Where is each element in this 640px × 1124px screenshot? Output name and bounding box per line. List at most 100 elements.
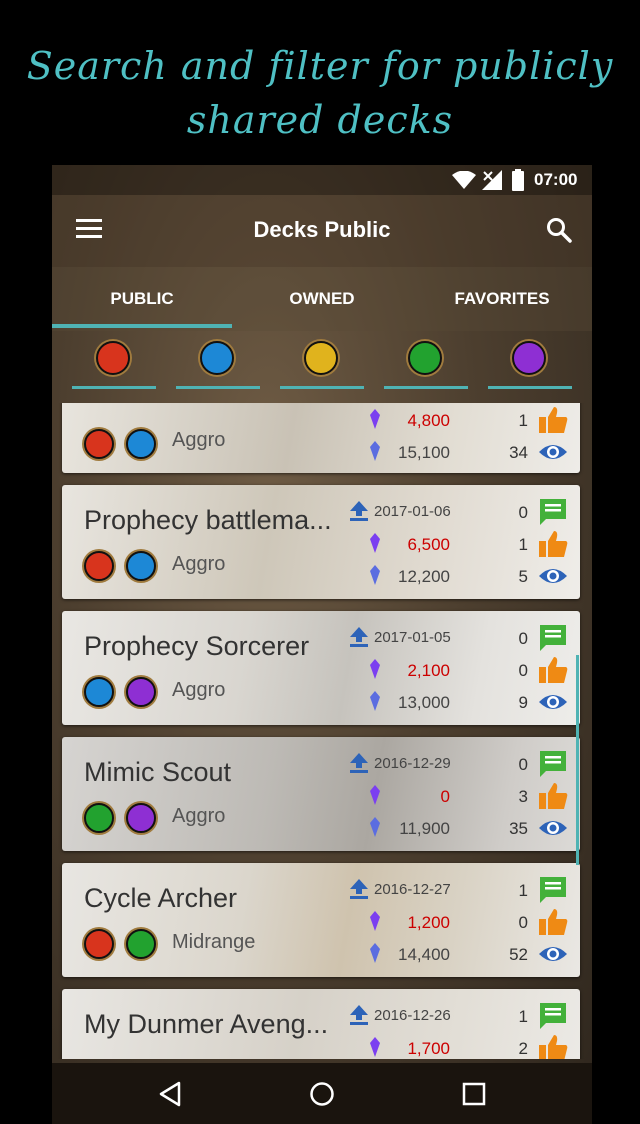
deck-archetype: Aggro (172, 429, 226, 451)
deck-likes: 1 (518, 411, 528, 430)
deck-card[interactable]: Aggro 4,800 15,100 1 34 (62, 403, 580, 473)
deck-name: Prophecy Sorcerer (84, 631, 310, 661)
deck-comments: 0 (518, 503, 528, 522)
signal-icon (482, 170, 502, 190)
deck-archetype: Midrange (172, 931, 256, 953)
promo-banner: Search and filter for publicly shared de… (0, 0, 640, 165)
deck-cost-red: 2,100 (407, 661, 450, 680)
filter-underline (176, 386, 260, 389)
intelligence-icon (126, 551, 156, 581)
comment-icon[interactable] (538, 749, 568, 779)
deck-likes: 1 (518, 535, 528, 554)
tab-bar: PUBLIC OWNED FAVORITES (52, 267, 592, 331)
search-icon[interactable] (546, 217, 572, 243)
deck-likes: 0 (518, 913, 528, 932)
eye-icon[interactable] (538, 939, 568, 969)
thumbs-up-icon[interactable] (538, 907, 568, 937)
strength-icon (84, 429, 114, 459)
home-icon[interactable] (309, 1081, 335, 1107)
tab-favorites[interactable]: FAVORITES (412, 267, 592, 331)
scrollbar[interactable] (576, 655, 579, 865)
wifi-icon (452, 171, 476, 189)
deck-name: Cycle Archer (84, 883, 238, 913)
agility-icon (84, 803, 114, 833)
deck-likes: 2 (518, 1039, 528, 1058)
filter-underline (280, 386, 364, 389)
deck-likes: 3 (518, 787, 528, 806)
filter-intelligence[interactable] (176, 337, 260, 389)
deck-views: 34 (509, 443, 528, 462)
deck-card[interactable]: Mimic Scout 2016-12-29 Aggro 0 11,900 0 … (62, 737, 580, 851)
app-bar: Decks Public (52, 195, 592, 267)
page-title: Decks Public (253, 217, 391, 242)
promo-line-2: shared decks (186, 98, 454, 142)
upload-icon (350, 1005, 368, 1025)
comment-icon[interactable] (538, 1001, 568, 1031)
upload-icon (350, 627, 368, 647)
deck-cost-blue: 12,200 (398, 567, 450, 586)
system-nav-bar (52, 1063, 592, 1124)
endurance-icon (126, 803, 156, 833)
eye-icon[interactable] (538, 687, 568, 717)
endurance-icon (126, 677, 156, 707)
deck-comments: 0 (518, 755, 528, 774)
attribute-filter-bar (52, 331, 592, 395)
tab-indicator (52, 324, 232, 328)
eye-icon[interactable] (538, 813, 568, 843)
agility-icon (408, 341, 442, 375)
deck-card[interactable]: Prophecy Sorcerer 2017-01-05 Aggro 2,100… (62, 611, 580, 725)
upload-icon (350, 753, 368, 773)
deck-archetype: Aggro (172, 805, 226, 827)
eye-icon[interactable] (538, 437, 568, 467)
deck-cost-red: 4,800 (407, 411, 450, 430)
promo-line-1: Search and filter for publicly (26, 44, 614, 88)
strength-icon (84, 929, 114, 959)
deck-comments: 1 (518, 1007, 528, 1026)
filter-endurance[interactable] (488, 337, 572, 389)
intelligence-icon (200, 341, 234, 375)
thumbs-up-icon[interactable] (538, 529, 568, 559)
deck-date: 2017-01-05 (374, 629, 451, 646)
deck-likes: 0 (518, 661, 528, 680)
filter-agility[interactable] (384, 337, 468, 389)
deck-name: Mimic Scout (84, 757, 232, 787)
deck-cost-red: 1,200 (407, 913, 450, 932)
comment-icon[interactable] (538, 875, 568, 905)
back-icon[interactable] (158, 1081, 182, 1107)
deck-comments: 1 (518, 881, 528, 900)
filter-willpower[interactable] (280, 337, 364, 389)
upload-icon (350, 879, 368, 899)
deck-card[interactable]: Prophecy battlema... 2017-01-06 Aggro 6,… (62, 485, 580, 599)
recents-icon[interactable] (462, 1082, 486, 1106)
deck-date: 2016-12-27 (374, 881, 451, 898)
deck-date: 2016-12-26 (374, 1007, 451, 1024)
strength-icon (84, 551, 114, 581)
comment-icon[interactable] (538, 497, 568, 527)
deck-cost-red: 0 (440, 787, 450, 806)
tab-owned[interactable]: OWNED (232, 267, 412, 331)
tab-public[interactable]: PUBLIC (52, 267, 232, 331)
status-time: 07:00 (534, 170, 578, 189)
thumbs-up-icon[interactable] (538, 1033, 568, 1059)
deck-cost-blue: 13,000 (398, 693, 450, 712)
deck-cost-blue: 14,400 (398, 945, 450, 964)
deck-views: 52 (509, 945, 528, 964)
deck-views: 5 (518, 567, 528, 586)
deck-cost-red: 1,700 (407, 1039, 450, 1058)
eye-icon[interactable] (538, 561, 568, 591)
status-bar: 07:00 (52, 165, 592, 195)
deck-card[interactable]: My Dunmer Aveng... 2016-12-26 1,700 1 2 (62, 989, 580, 1059)
filter-strength[interactable] (72, 337, 156, 389)
upload-icon (350, 501, 368, 521)
deck-archetype: Aggro (172, 679, 226, 701)
battery-icon (512, 169, 524, 191)
comment-icon[interactable] (538, 623, 568, 653)
deck-card[interactable]: Cycle Archer 2016-12-27 Midrange 1,200 1… (62, 863, 580, 977)
thumbs-up-icon[interactable] (538, 781, 568, 811)
thumbs-up-icon[interactable] (538, 655, 568, 685)
deck-date: 2016-12-29 (374, 755, 451, 772)
agility-icon (126, 929, 156, 959)
deck-name: Prophecy battlema... (84, 505, 332, 535)
intelligence-icon (126, 429, 156, 459)
thumbs-up-icon[interactable] (538, 405, 568, 435)
